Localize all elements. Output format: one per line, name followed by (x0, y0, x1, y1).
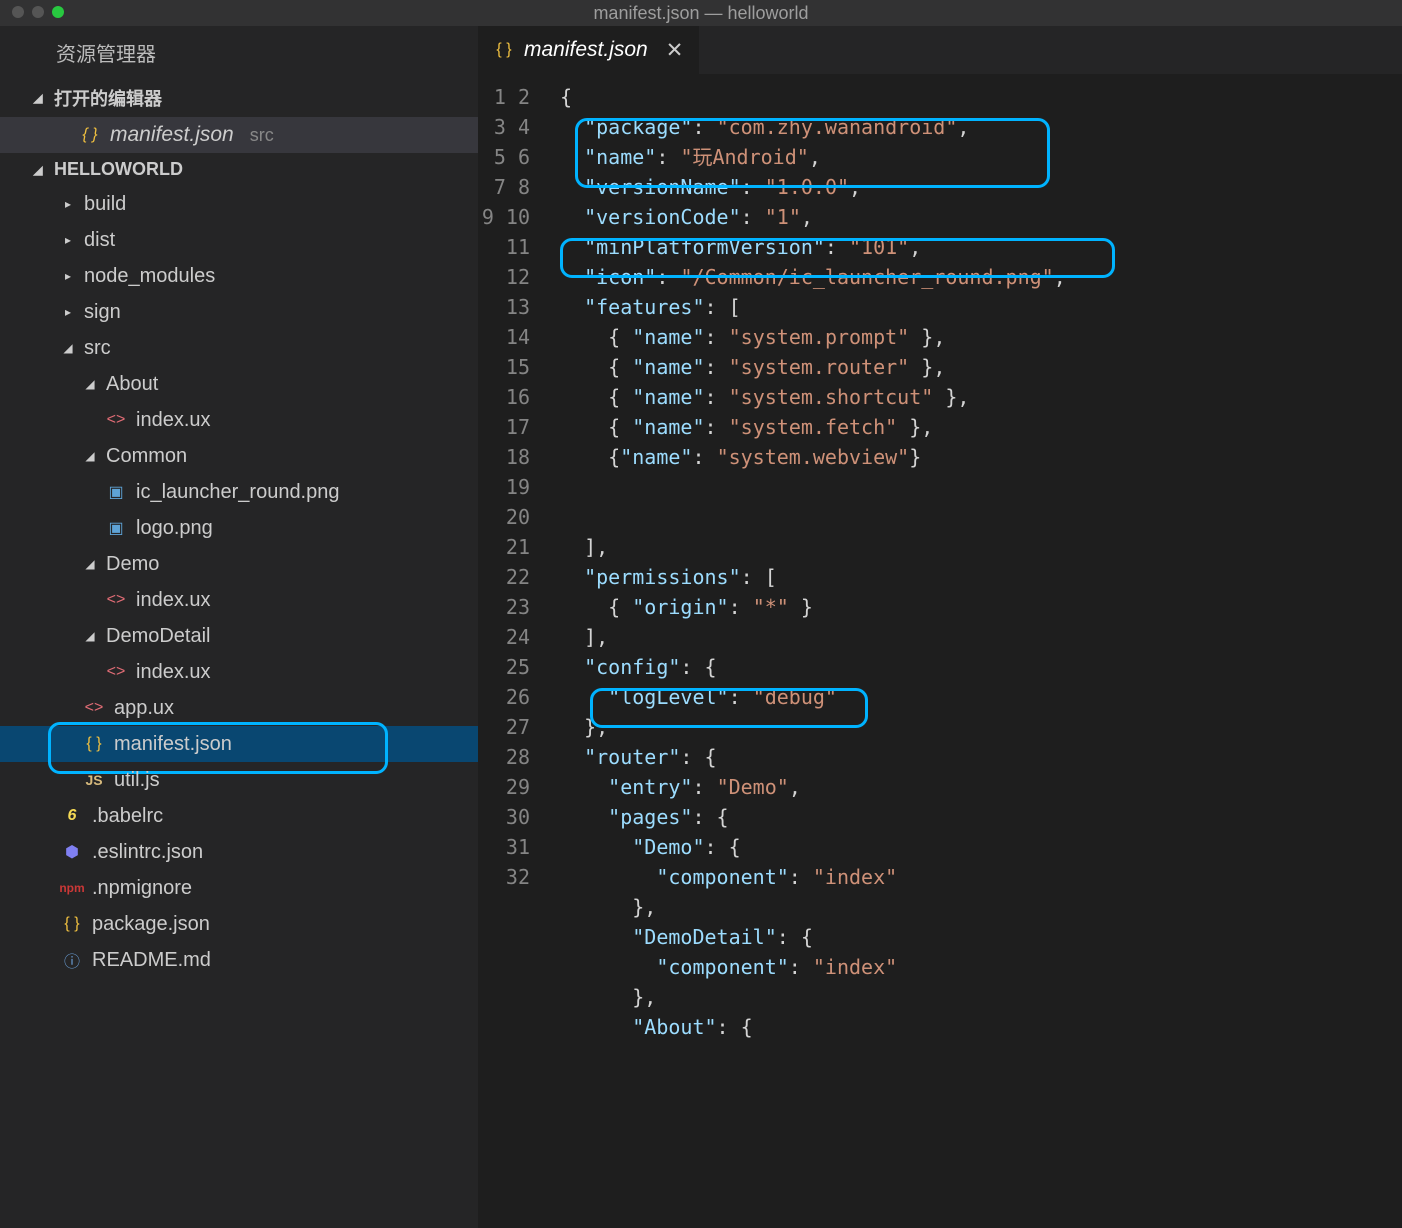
chevron-down-icon: ◢ (32, 164, 44, 176)
file-row[interactable]: <> app.ux (0, 690, 478, 726)
code-tag-icon: <> (106, 590, 126, 610)
open-editor-filename: manifest.json (110, 123, 234, 147)
chevron-right-icon: ▸ (62, 306, 74, 318)
tree-item-label: sign (84, 301, 121, 324)
code-tag-icon: <> (106, 410, 126, 430)
file-row[interactable]: <> index.ux (0, 654, 478, 690)
file-row[interactable]: ⓘ README.md (0, 942, 478, 978)
line-number-gutter: 1 2 3 4 5 6 7 8 9 10 11 12 13 14 15 16 1… (478, 74, 548, 1228)
tree-item-label: README.md (92, 949, 211, 972)
project-folder-header[interactable]: ◢ HELLOWORLD (0, 153, 478, 186)
babel-icon: 6 (62, 806, 82, 826)
file-row[interactable]: JS util.js (0, 762, 478, 798)
code-tag-icon: <> (106, 662, 126, 682)
code-tag-icon: <> (84, 698, 104, 718)
folder-row[interactable]: ▸ dist (0, 222, 478, 258)
folder-row[interactable]: ◢ Common (0, 438, 478, 474)
tree-item-label: src (84, 337, 111, 360)
image-icon: ▣ (106, 518, 126, 538)
folder-row[interactable]: ◢ Demo (0, 546, 478, 582)
tree-item-label: dist (84, 229, 115, 252)
folder-row[interactable]: ◢ DemoDetail (0, 618, 478, 654)
folder-row[interactable]: ▸ sign (0, 294, 478, 330)
tree-item-label: manifest.json (114, 733, 232, 756)
file-row[interactable]: ▣ ic_launcher_round.png (0, 474, 478, 510)
file-row[interactable]: ⬢ .eslintrc.json (0, 834, 478, 870)
open-editors-label: 打开的编辑器 (54, 85, 162, 111)
info-icon: ⓘ (62, 950, 82, 970)
chevron-right-icon: ▸ (62, 270, 74, 282)
tree-item-label: ic_launcher_round.png (136, 481, 340, 504)
file-tree: ▸ build ▸ dist ▸ node_modules ▸ sign ◢ src ◢ About <… (0, 186, 478, 1228)
editor-area: { } manifest.json ✕ 1 2 3 4 5 6 7 8 9 10… (478, 26, 1402, 1228)
eslint-icon: ⬢ (62, 842, 82, 862)
explorer-title: 资源管理器 (0, 26, 478, 79)
json-icon: { } (494, 40, 514, 60)
maximize-window-icon[interactable] (52, 6, 64, 18)
chevron-right-icon: ▸ (62, 234, 74, 246)
open-editor-dir: src (250, 125, 274, 146)
tab-bar: { } manifest.json ✕ (478, 26, 1402, 74)
tree-item-label: app.ux (114, 697, 174, 720)
close-window-icon[interactable] (12, 6, 24, 18)
tree-item-label: Common (106, 445, 187, 468)
tree-item-label: Demo (106, 553, 159, 576)
folder-row[interactable]: ◢ src (0, 330, 478, 366)
window-title: manifest.json — helloworld (593, 3, 808, 24)
image-icon: ▣ (106, 482, 126, 502)
tree-item-label: .npmignore (92, 877, 192, 900)
tree-item-label: build (84, 193, 126, 216)
open-editor-item[interactable]: { } manifest.json src (0, 117, 478, 153)
tab-manifest-json[interactable]: { } manifest.json ✕ (478, 26, 700, 74)
file-row[interactable]: { } package.json (0, 906, 478, 942)
json-icon: { } (62, 914, 82, 934)
chevron-down-icon: ◢ (32, 92, 44, 104)
file-row[interactable]: <> index.ux (0, 582, 478, 618)
folder-row[interactable]: ▸ node_modules (0, 258, 478, 294)
code-content[interactable]: { "package": "com.zhy.wanandroid", "name… (548, 74, 1402, 1228)
file-row[interactable]: npm .npmignore (0, 870, 478, 906)
tree-item-label: index.ux (136, 409, 211, 432)
close-icon[interactable]: ✕ (666, 38, 684, 63)
file-row[interactable]: ▣ logo.png (0, 510, 478, 546)
chevron-down-icon: ◢ (84, 630, 96, 642)
tree-item-label: DemoDetail (106, 625, 210, 648)
js-icon: JS (84, 770, 104, 790)
tree-item-label: About (106, 373, 158, 396)
json-icon: { } (80, 125, 100, 145)
minimize-window-icon[interactable] (32, 6, 44, 18)
window-controls[interactable] (12, 6, 64, 18)
tree-item-label: node_modules (84, 265, 215, 288)
tree-item-label: package.json (92, 913, 210, 936)
title-bar: manifest.json — helloworld (0, 0, 1402, 26)
tab-label: manifest.json (524, 38, 648, 62)
tree-item-label: logo.png (136, 517, 213, 540)
tree-item-label: .eslintrc.json (92, 841, 203, 864)
explorer-sidebar: 资源管理器 ◢ 打开的编辑器 { } manifest.json src ◢ H… (0, 26, 478, 1228)
tree-item-label: index.ux (136, 661, 211, 684)
tree-item-label: index.ux (136, 589, 211, 612)
file-row[interactable]: 6 .babelrc (0, 798, 478, 834)
file-row[interactable]: <> index.ux (0, 402, 478, 438)
chevron-down-icon: ◢ (84, 450, 96, 462)
chevron-down-icon: ◢ (84, 378, 96, 390)
chevron-down-icon: ◢ (62, 342, 74, 354)
folder-row[interactable]: ▸ build (0, 186, 478, 222)
json-icon: { } (84, 734, 104, 754)
project-name: HELLOWORLD (54, 159, 183, 180)
tree-item-label: util.js (114, 769, 160, 792)
chevron-down-icon: ◢ (84, 558, 96, 570)
chevron-right-icon: ▸ (62, 198, 74, 210)
open-editors-header[interactable]: ◢ 打开的编辑器 (0, 79, 478, 117)
editor-body[interactable]: 1 2 3 4 5 6 7 8 9 10 11 12 13 14 15 16 1… (478, 74, 1402, 1228)
npm-icon: npm (62, 878, 82, 898)
tree-item-label: .babelrc (92, 805, 163, 828)
folder-row[interactable]: ◢ About (0, 366, 478, 402)
file-row[interactable]: { } manifest.json (0, 726, 478, 762)
